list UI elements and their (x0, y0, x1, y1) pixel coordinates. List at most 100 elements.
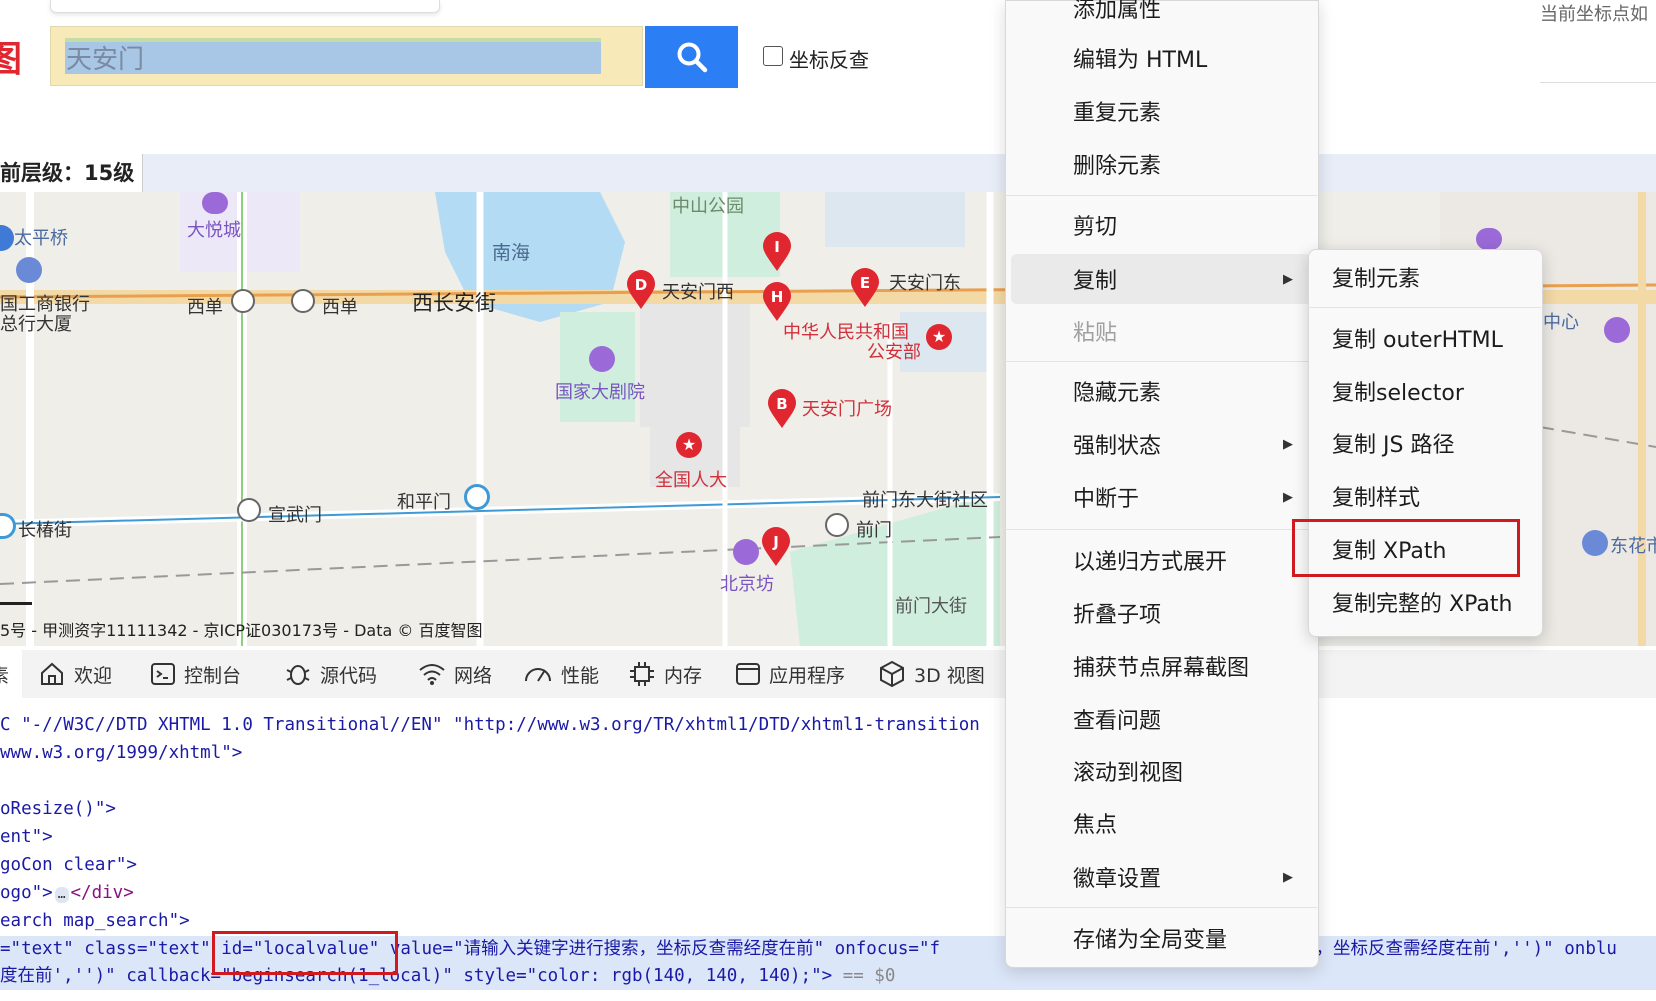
menu-item-badge-settings[interactable]: 徽章设置 ▶ (1005, 852, 1317, 902)
tab-label: 3D 视图 (914, 664, 985, 687)
map-label: 西单 (322, 297, 358, 318)
menu-item-break-on[interactable]: 中断于 ▶ (1005, 472, 1317, 522)
tab-console[interactable]: 控制台 (150, 656, 241, 692)
dom-line[interactable]: ent"> (0, 824, 53, 851)
current-point-field[interactable] (1540, 30, 1656, 83)
map-label: 前门东大街社区 (862, 490, 988, 511)
map-label: 全国人大 (655, 470, 727, 491)
scale-bar (0, 602, 32, 605)
collapsed-ellipsis-button[interactable]: … (54, 887, 69, 903)
tab-memory[interactable]: 内存 (628, 656, 702, 692)
menu-item-collapse-children[interactable]: 折叠子项 (1005, 588, 1317, 638)
menu-item-duplicate-element[interactable]: 重复元素 (1005, 86, 1317, 136)
map-label: 北京坊 (720, 574, 774, 595)
gauge-icon (525, 668, 551, 682)
menu-item-delete-element[interactable]: 删除元素 (1005, 139, 1317, 189)
dom-line[interactable]: C "-//W3C//DTD XHTML 1.0 Transitional//E… (0, 712, 980, 739)
map-marker-pin[interactable]: J (761, 527, 791, 571)
menu-item-view-issues[interactable]: 查看问题 (1005, 694, 1317, 744)
tab-3d-view[interactable]: 3D 视图 (878, 656, 985, 692)
zoom-level-label: 前层级：15级 (0, 154, 144, 192)
chip-icon (630, 662, 654, 686)
subway-icon (464, 484, 490, 510)
menu-item-copy[interactable]: 复制 ▶ (1011, 254, 1311, 304)
map-label: 西单 (187, 297, 223, 318)
xpath-highlight-box (1292, 519, 1520, 577)
tab-sources[interactable]: 源代码 (284, 656, 377, 692)
tab-label: 素 (0, 661, 9, 688)
suggestion-popup-edge (50, 0, 440, 13)
map-marker-pin[interactable]: B (767, 389, 797, 433)
subway-icon (231, 289, 255, 313)
poi-star-icon: ★ (676, 432, 702, 458)
map-marker-pin[interactable]: D (626, 270, 656, 314)
map-label: 公安部 (867, 342, 921, 363)
submenu-item-copy-element[interactable]: 复制元素 (1308, 252, 1541, 302)
tab-label: 应用程序 (769, 664, 846, 687)
menu-item-cut[interactable]: 剪切 (1005, 200, 1317, 250)
subway-icon (237, 498, 261, 522)
tab-label: 内存 (664, 664, 703, 687)
dom-line[interactable]: earch map_search"> (0, 908, 190, 935)
submenu-item-copy-outerhtml[interactable]: 复制 outerHTML (1308, 313, 1541, 363)
selected-dom-line-tail: 索，坐标反查需经度在前','')" onblu (1298, 939, 1617, 959)
menu-separator (1005, 907, 1317, 908)
dom-line[interactable]: www.w3.org/1999/xhtml"> (0, 740, 242, 767)
submenu-item-copy-full-xpath[interactable]: 复制完整的 XPath (1308, 577, 1541, 627)
tab-network[interactable]: 网络 (418, 656, 492, 692)
coord-reverse-label: 坐标反查 (789, 48, 869, 72)
marker-letter: E (860, 274, 870, 292)
tab-welcome[interactable]: 欢迎 (38, 656, 112, 692)
map-marker-pin[interactable]: E (850, 268, 880, 312)
poi-theater-icon (589, 346, 615, 372)
tab-application[interactable]: 应用程序 (735, 656, 845, 692)
menu-item-add-attribute[interactable]: 添加属性 (1005, 0, 1317, 33)
submenu-item-copy-styles[interactable]: 复制样式 (1308, 471, 1541, 521)
map-label: 天安门西 (662, 282, 734, 303)
tab-performance[interactable]: 性能 (523, 656, 599, 692)
menu-item-force-state[interactable]: 强制状态 ▶ (1005, 419, 1317, 469)
console-icon (151, 663, 175, 685)
search-button[interactable] (645, 26, 738, 88)
menu-item-capture-node-screenshot[interactable]: 捕获节点屏幕截图 (1005, 641, 1317, 691)
map-label: 天安门东 (889, 273, 961, 294)
menu-item-focus[interactable]: 焦点 (1005, 798, 1317, 848)
map-label: 和平门 (397, 492, 451, 513)
submenu-item-copy-js-path[interactable]: 复制 JS 路径 (1308, 418, 1541, 468)
map-copyright: 5号 - 甲测资字11111342 - 京ICP证030173号 - Data … (0, 621, 483, 640)
poi-hospital-icon (1582, 530, 1608, 556)
menu-item-expand-recursively[interactable]: 以递归方式展开 (1005, 535, 1317, 585)
tab-label: 性能 (561, 664, 600, 687)
menu-item-hide-element[interactable]: 隐藏元素 (1005, 366, 1317, 416)
map-label: 长椿街 (18, 520, 72, 541)
map-marker-pin[interactable]: I (762, 232, 792, 276)
dom-line[interactable]: ogo">… </div> (0, 880, 134, 907)
id-highlight-box (212, 931, 398, 975)
submenu-item-copy-selector[interactable]: 复制selector (1308, 366, 1541, 416)
poi-star-icon: ★ (926, 324, 952, 350)
dom-line[interactable]: oResize()"> (0, 796, 116, 823)
level-bar (0, 154, 1656, 192)
submenu-arrow-icon: ▶ (1283, 489, 1293, 505)
tab-elements[interactable]: 素 (0, 650, 22, 700)
dom-line[interactable]: goCon clear"> (0, 852, 137, 879)
menu-item-scroll-into-view[interactable]: 滚动到视图 (1005, 746, 1317, 796)
map-label: 总行大厦 (0, 314, 72, 335)
home-icon (41, 662, 63, 685)
menu-separator (1005, 529, 1317, 530)
coord-reverse-checkbox[interactable] (763, 46, 783, 66)
search-input[interactable] (66, 40, 586, 74)
marker-letter: H (771, 288, 784, 306)
map-label: 西长安街 (412, 291, 496, 315)
logo-char: 图 (0, 39, 23, 80)
submenu-arrow-icon: ▶ (1283, 436, 1293, 452)
map-label: 中山公园 (672, 196, 744, 217)
map-label: 南海 (492, 242, 531, 264)
menu-item-store-as-global-variable[interactable]: 存储为全局变量 (1005, 913, 1317, 963)
site-logo: 图 (0, 30, 22, 80)
menu-item-edit-as-html[interactable]: 编辑为 HTML (1005, 33, 1317, 83)
poi-icon (1476, 228, 1502, 250)
map-label: 中心 (1543, 312, 1579, 333)
marker-letter: I (774, 238, 780, 256)
map-marker-pin[interactable]: H (762, 282, 792, 326)
